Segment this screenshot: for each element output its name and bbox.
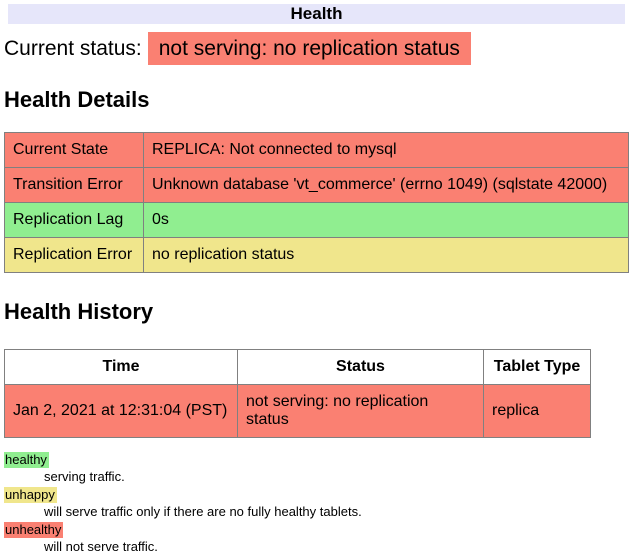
table-header-row: Time Status Tablet Type: [5, 350, 591, 385]
column-header-tablet-type: Tablet Type: [484, 350, 591, 385]
detail-key: Replication Lag: [5, 203, 144, 238]
health-details-table: Current State REPLICA: Not connected to …: [4, 132, 629, 273]
legend-term: unhealthy: [4, 522, 629, 538]
legend-term-unhealthy: unhealthy: [4, 522, 63, 538]
page-title: Health: [8, 4, 625, 24]
table-row: Current State REPLICA: Not connected to …: [5, 133, 629, 168]
detail-value: 0s: [144, 203, 629, 238]
health-history-heading: Health History: [4, 299, 629, 324]
table-row: Jan 2, 2021 at 12:31:04 (PST) not servin…: [5, 385, 591, 438]
detail-value: REPLICA: Not connected to mysql: [144, 133, 629, 168]
history-tablet-type: replica: [484, 385, 591, 438]
legend-description: serving traffic.: [44, 469, 629, 485]
legend-term-healthy: healthy: [4, 452, 49, 468]
current-status-badge: not serving: no replication status: [148, 32, 471, 65]
history-status: not serving: no replication status: [238, 385, 484, 438]
legend-description: will not serve traffic.: [44, 539, 629, 555]
status-legend: healthy serving traffic. unhappy will se…: [4, 452, 629, 555]
column-header-status: Status: [238, 350, 484, 385]
legend-description: will serve traffic only if there are no …: [44, 504, 629, 520]
detail-value: no replication status: [144, 238, 629, 273]
detail-key: Current State: [5, 133, 144, 168]
health-details-heading: Health Details: [4, 87, 629, 112]
detail-key: Replication Error: [5, 238, 144, 273]
detail-key: Transition Error: [5, 168, 144, 203]
current-status-label: Current status:: [4, 37, 142, 60]
legend-term: unhappy: [4, 487, 629, 503]
current-status-line: Current status:not serving: no replicati…: [4, 36, 629, 61]
legend-term-unhappy: unhappy: [4, 487, 57, 503]
column-header-time: Time: [5, 350, 238, 385]
history-time: Jan 2, 2021 at 12:31:04 (PST): [5, 385, 238, 438]
table-row: Replication Error no replication status: [5, 238, 629, 273]
health-history-table: Time Status Tablet Type Jan 2, 2021 at 1…: [4, 349, 591, 438]
legend-term: healthy: [4, 452, 629, 468]
table-row: Replication Lag 0s: [5, 203, 629, 238]
table-row: Transition Error Unknown database 'vt_co…: [5, 168, 629, 203]
detail-value: Unknown database 'vt_commerce' (errno 10…: [144, 168, 629, 203]
